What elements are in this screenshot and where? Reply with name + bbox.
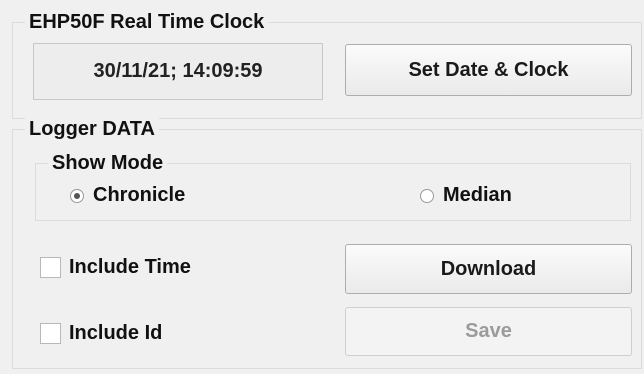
- include-time-box[interactable]: [40, 257, 61, 278]
- radio-median-indicator[interactable]: [420, 188, 434, 203]
- radio-chronicle-indicator[interactable]: [70, 188, 84, 203]
- radio-median-label: Median: [443, 184, 512, 206]
- rtc-group-title: EHP50F Real Time Clock: [25, 11, 269, 33]
- rtc-logger-panel: EHP50F Real Time Clock 30/11/21; 14:09:5…: [0, 0, 644, 374]
- include-id-checkbox[interactable]: Include Id: [40, 322, 162, 345]
- download-button[interactable]: Download: [345, 244, 632, 294]
- include-id-label: Include Id: [69, 322, 163, 344]
- show-mode-title: Show Mode: [48, 152, 168, 174]
- clock-display: 30/11/21; 14:09:59: [33, 43, 323, 100]
- save-button[interactable]: Save: [345, 307, 632, 356]
- include-time-checkbox[interactable]: Include Time: [40, 256, 191, 279]
- include-id-box[interactable]: [40, 323, 61, 344]
- include-time-label: Include Time: [69, 256, 191, 278]
- radio-chronicle-label: Chronicle: [93, 184, 186, 206]
- radio-median[interactable]: Median: [420, 184, 512, 207]
- logger-group-title: Logger DATA: [25, 118, 159, 140]
- set-date-clock-button[interactable]: Set Date & Clock: [345, 44, 632, 96]
- radio-chronicle[interactable]: Chronicle: [70, 184, 185, 207]
